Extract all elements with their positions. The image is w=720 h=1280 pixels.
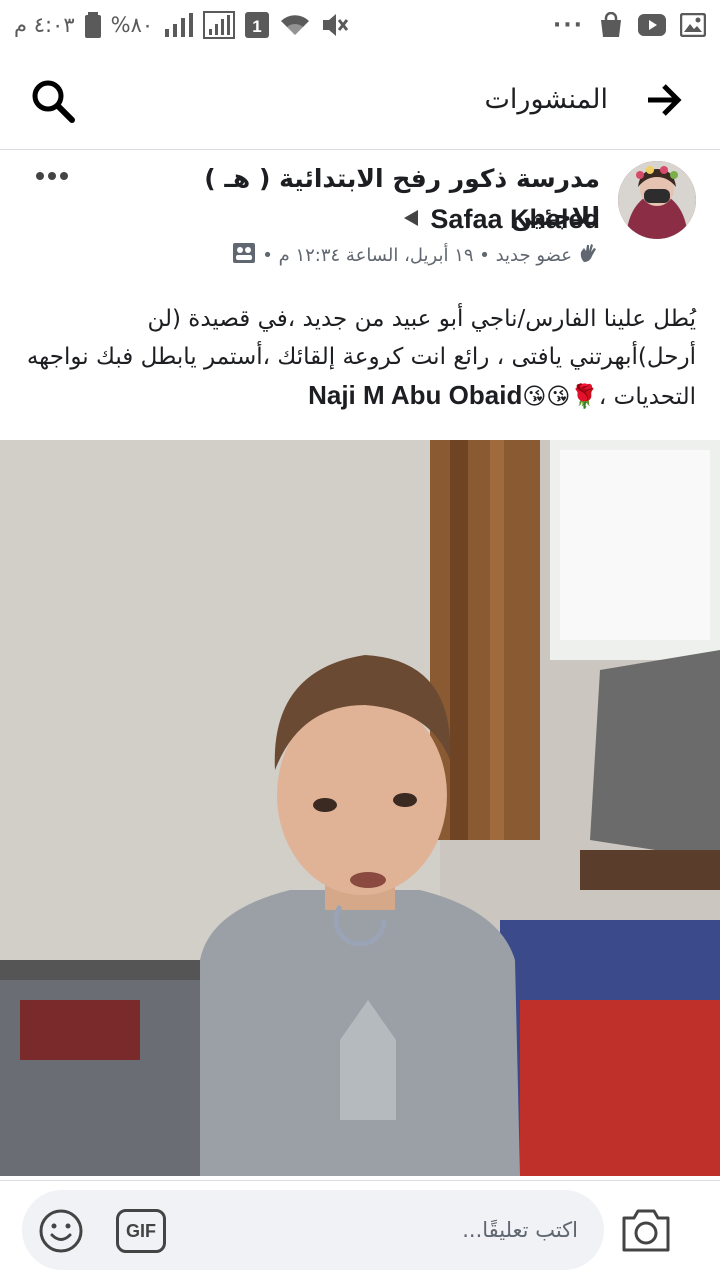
post-photo[interactable] (0, 440, 720, 1176)
mute-icon (321, 12, 349, 38)
more-icon (36, 172, 44, 180)
wifi-icon (279, 13, 311, 37)
post-meta: عضو جديد • ١٩ أبريل، الساعة ١٢:٣٤ م • (232, 240, 600, 270)
page-title: المنشورات (484, 84, 608, 115)
more-options-button[interactable] (36, 166, 72, 186)
post-meta-text: عضو جديد • ١٩ أبريل، الساعة ١٢:٣٤ م • (262, 244, 572, 266)
emoji-button[interactable] (38, 1208, 84, 1254)
comment-bar: GIF (0, 1180, 720, 1280)
search-icon (32, 80, 75, 123)
signal-icon (163, 13, 194, 37)
back-button[interactable] (644, 80, 684, 120)
signal-icon (203, 11, 236, 39)
gif-button[interactable]: GIF (116, 1209, 166, 1253)
status-more: ··· (552, 12, 584, 38)
comment-field[interactable]: GIF (22, 1190, 604, 1270)
status-left: ٤:٠٣ م %٨٠ 1 (14, 9, 349, 41)
youtube-icon (638, 14, 666, 36)
more-icon-dot (60, 172, 68, 180)
post-body: يُطل علينا الفارس/ناجي أبو عبيد من جديد … (24, 300, 696, 416)
post-author-line: Safaa Khaled (402, 200, 600, 238)
post-header: مدرسة ذكور رفح الابتدائية ( هـ ) للاجئين… (0, 152, 720, 277)
battery-icon (84, 12, 101, 38)
author-name[interactable]: Safaa Khaled (430, 204, 600, 235)
clock: ٤:٠٣ م (14, 13, 75, 37)
photo-album-icon (232, 242, 256, 269)
camera-button[interactable] (620, 1206, 672, 1254)
wave-icon (578, 242, 600, 269)
status-bar: ٤:٠٣ م %٨٠ 1 ··· (0, 0, 720, 50)
play-triangle-icon (402, 205, 422, 234)
sim-icon: 1 (245, 12, 270, 38)
search-button[interactable] (30, 78, 76, 124)
app-header: المنشورات (0, 50, 720, 150)
more-icon-dot (48, 172, 56, 180)
camera-icon (622, 1209, 670, 1252)
comment-input[interactable] (238, 1210, 578, 1250)
photo-icon (680, 13, 706, 37)
battery-percent: %٨٠ (110, 13, 154, 37)
avatar[interactable] (618, 161, 696, 239)
back-arrow-icon (648, 84, 682, 116)
sim-number: 1 (252, 17, 261, 36)
status-right: ··· (553, 9, 706, 41)
shopping-bag-icon (598, 12, 624, 38)
mention-link[interactable]: Naji M Abu Obaid (308, 380, 522, 410)
emoji-icon (39, 1209, 83, 1253)
